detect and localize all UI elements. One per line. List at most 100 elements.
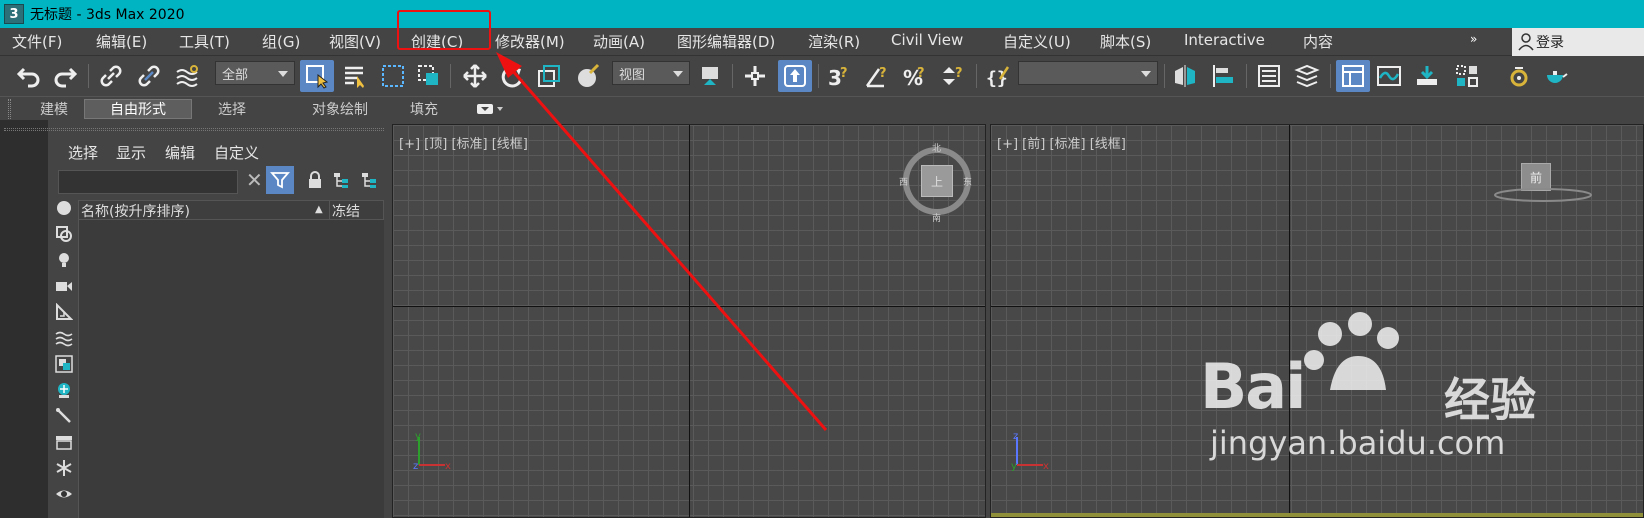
rectangular-selection-icon[interactable] <box>378 60 408 92</box>
move-icon[interactable] <box>460 60 490 92</box>
tab-populate[interactable]: 填充 <box>398 99 450 119</box>
hierarchy-icon[interactable] <box>330 168 352 192</box>
svg-text:x: x <box>445 461 451 471</box>
tab-selection[interactable]: 选择 <box>200 99 264 119</box>
scene-explorer-icon[interactable] <box>1254 60 1284 92</box>
angle-snap-icon[interactable]: ? <box>862 60 892 92</box>
undo-icon[interactable] <box>14 60 44 92</box>
viewcube-compass-ring[interactable] <box>1493 185 1593 205</box>
frozen-filter-icon[interactable] <box>54 458 74 478</box>
cameras-filter-icon[interactable] <box>54 276 74 296</box>
selection-filter-dropdown[interactable]: 全部 <box>215 61 295 85</box>
redo-icon[interactable] <box>50 60 80 92</box>
ribbon-options-icon[interactable] <box>472 99 508 119</box>
menu-interactive[interactable]: Interactive <box>1184 31 1265 49</box>
pivot-point-icon[interactable] <box>696 60 726 92</box>
rotate-icon[interactable] <box>497 60 527 92</box>
window-crossing-icon[interactable] <box>414 60 444 92</box>
app-icon[interactable]: 3 <box>4 4 24 24</box>
explorer-search-input[interactable] <box>58 170 238 194</box>
explorer-menu-edit[interactable]: 编辑 <box>165 142 195 163</box>
scene-explorer: 选择 显示 编辑 自定义 ✕ 名称(按升序排序) ▲ 冻结 <box>50 136 388 518</box>
menu-scripting[interactable]: 脚本(S) <box>1100 31 1151 52</box>
edit-named-selection-icon[interactable]: {} <box>984 60 1014 92</box>
percent-snap-icon[interactable]: %? <box>900 60 930 92</box>
column-frozen[interactable]: 冻结 <box>329 201 360 220</box>
shapes-filter-icon[interactable] <box>54 224 74 244</box>
compass-east[interactable]: 东 <box>963 175 972 188</box>
viewcube-face-top[interactable]: 上 <box>921 165 953 197</box>
panel-grip <box>4 128 384 131</box>
tab-object-paint[interactable]: 对象绘制 <box>285 99 395 119</box>
placement-icon[interactable] <box>574 60 604 92</box>
menu-content[interactable]: 内容 <box>1303 31 1333 52</box>
select-by-name-icon[interactable] <box>340 60 370 92</box>
explorer-menu-display[interactable]: 显示 <box>116 142 146 163</box>
keyboard-shortcut-override-icon[interactable] <box>778 60 812 92</box>
explorer-list[interactable] <box>78 220 384 518</box>
spinner-snap-icon[interactable]: ? <box>938 60 968 92</box>
unlink-icon[interactable] <box>134 60 164 92</box>
menu-edit[interactable]: 编辑(E) <box>96 31 147 52</box>
menu-modifiers[interactable]: 修改器(M) <box>495 31 565 52</box>
space-warps-filter-icon[interactable] <box>54 328 74 348</box>
menu-group[interactable]: 组(G) <box>262 31 300 52</box>
hierarchy-expand-icon[interactable] <box>358 168 380 192</box>
explorer-menu-customize[interactable]: 自定义 <box>214 142 259 163</box>
named-selection-dropdown[interactable] <box>1018 61 1158 85</box>
menu-views[interactable]: 视图(V) <box>329 31 381 52</box>
layer-explorer-icon[interactable] <box>1292 60 1322 92</box>
compass-north[interactable]: 北 <box>932 141 941 154</box>
mirror-icon[interactable] <box>1170 60 1200 92</box>
chevron-down-icon <box>278 71 288 77</box>
align-icon[interactable] <box>1208 60 1238 92</box>
scale-icon[interactable] <box>534 60 564 92</box>
menu-animation[interactable]: 动画(A) <box>593 31 645 52</box>
viewcube[interactable]: 上 北 南 东 西 <box>899 144 972 224</box>
menu-overflow[interactable]: » <box>1470 32 1477 46</box>
menu-graph-editors[interactable]: 图形编辑器(D) <box>677 31 775 52</box>
login-button[interactable]: 登录 <box>1512 28 1644 56</box>
link-icon[interactable] <box>96 60 126 92</box>
containers-filter-icon[interactable] <box>54 432 74 452</box>
compass-south[interactable]: 南 <box>932 211 941 224</box>
snaps-toggle-icon[interactable]: 3? <box>824 60 854 92</box>
geometry-filter-icon[interactable] <box>54 198 74 218</box>
curve-editor-icon[interactable] <box>1374 60 1404 92</box>
render-teapot-icon[interactable] <box>1540 60 1570 92</box>
toggle-ribbon-icon[interactable] <box>1336 60 1370 92</box>
menu-file[interactable]: 文件(F) <box>12 31 62 52</box>
hidden-filter-icon[interactable] <box>54 484 74 504</box>
explorer-menu-select[interactable]: 选择 <box>68 142 98 163</box>
clear-search-icon[interactable]: ✕ <box>246 168 263 192</box>
viewport-label[interactable]: [+] [顶] [标准] [线框] <box>399 133 528 152</box>
render-setup-icon[interactable] <box>1504 60 1534 92</box>
xrefs-filter-icon[interactable] <box>54 380 74 400</box>
filter-icon[interactable] <box>266 166 294 194</box>
groups-filter-icon[interactable] <box>54 354 74 374</box>
material-editor-icon[interactable] <box>1452 60 1482 92</box>
watermark-brand: Bai <box>1200 350 1306 423</box>
tab-modeling[interactable]: 建模 <box>26 99 82 119</box>
lights-filter-icon[interactable] <box>54 250 74 270</box>
lock-icon[interactable] <box>304 168 326 192</box>
select-manipulate-icon[interactable] <box>740 60 770 92</box>
schematic-view-icon[interactable] <box>1412 60 1442 92</box>
menu-tools[interactable]: 工具(T) <box>179 31 230 52</box>
reference-coordinate-dropdown[interactable]: 视图 <box>612 61 690 85</box>
menu-bar: 文件(F) 编辑(E) 工具(T) 组(G) 视图(V) 创建(C) 修改器(M… <box>0 28 1644 56</box>
bones-filter-icon[interactable] <box>54 406 74 426</box>
menu-rendering[interactable]: 渲染(R) <box>808 31 860 52</box>
menu-civil-view[interactable]: Civil View <box>891 31 963 49</box>
compass-west[interactable]: 西 <box>899 175 908 188</box>
helpers-filter-icon[interactable] <box>54 302 74 322</box>
paw-logo-icon <box>1304 312 1399 390</box>
viewport-label[interactable]: [+] [前] [标准] [线框] <box>997 133 1126 152</box>
viewport-top[interactable]: [+] [顶] [标准] [线框] 上 北 南 东 西 y x z <box>392 124 986 518</box>
column-name[interactable]: 名称(按升序排序) <box>81 201 190 221</box>
ribbon-tabs: 建模 自由形式 选择 对象绘制 填充 <box>0 96 1644 120</box>
tab-freeform[interactable]: 自由形式 <box>84 99 192 119</box>
menu-customize[interactable]: 自定义(U) <box>1003 31 1071 52</box>
bind-space-warp-icon[interactable] <box>172 60 202 92</box>
select-object-icon[interactable] <box>300 60 334 92</box>
